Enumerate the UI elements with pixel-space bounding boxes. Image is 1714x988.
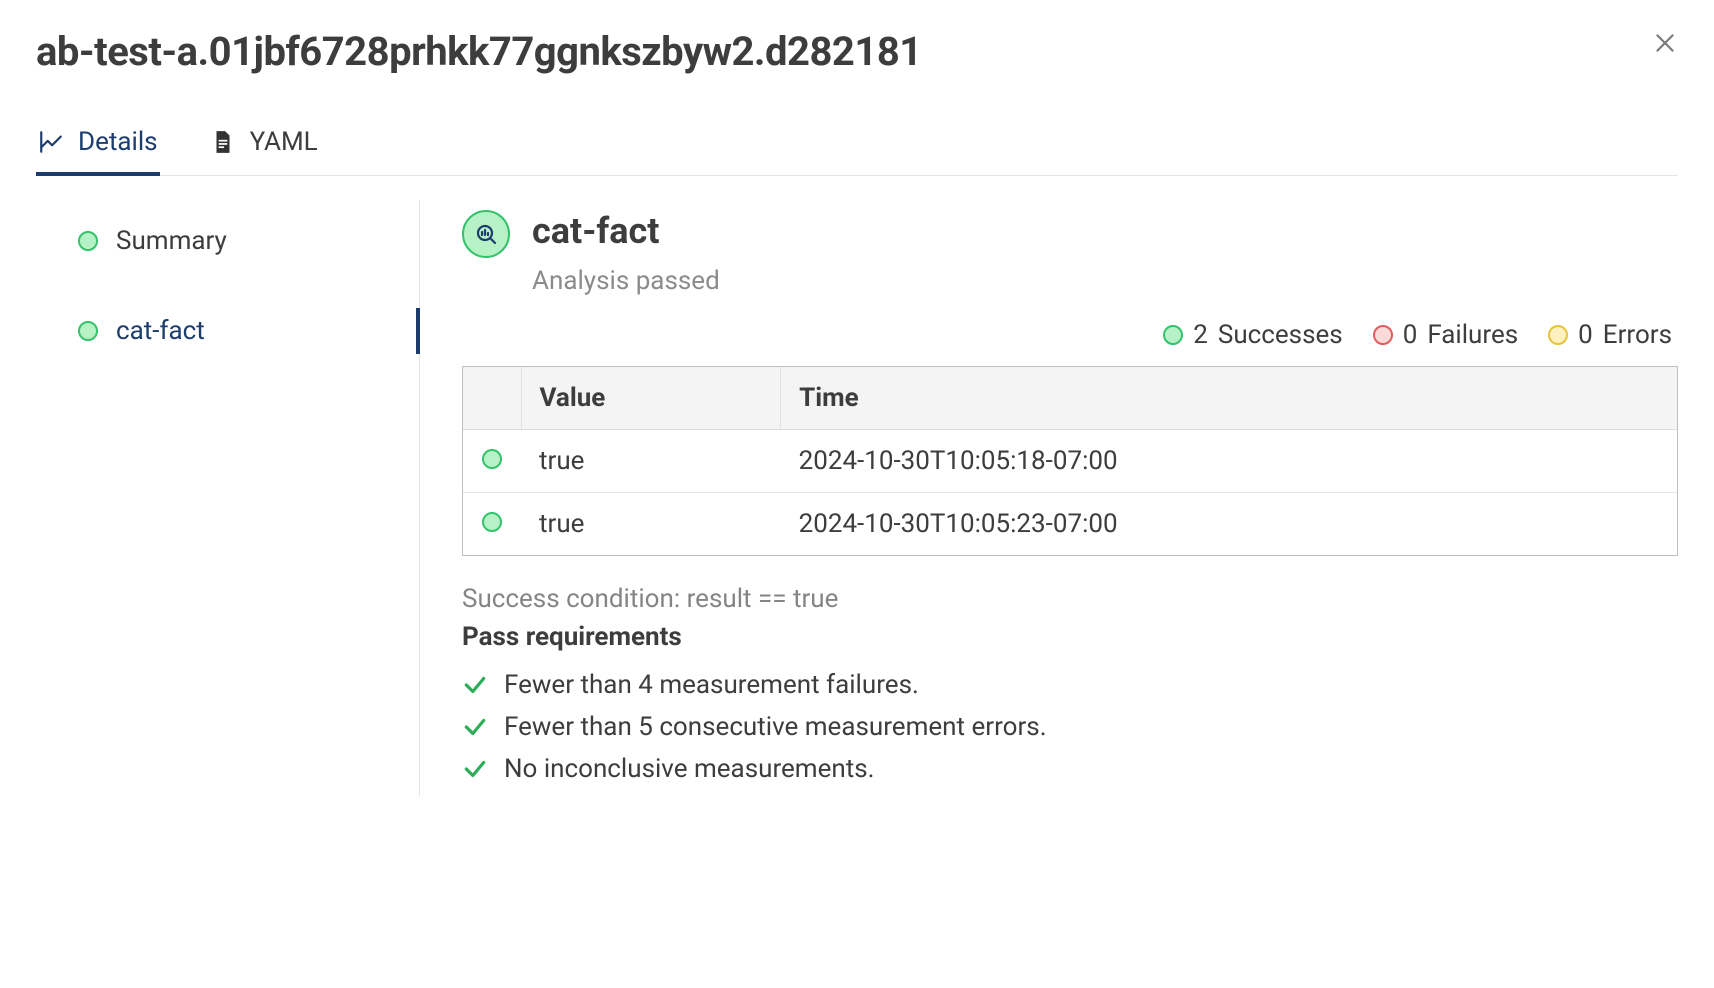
stats-bar: 2 Successes 0 Failures 0 Errors [462,320,1678,350]
row-time: 2024-10-30T10:05:23-07:00 [781,493,1677,556]
stat-count: 2 [1193,320,1208,350]
sidebar-item-label: cat-fact [116,316,205,346]
analysis-title: cat-fact [532,210,720,252]
check-icon [462,714,488,740]
requirement-item: Fewer than 4 measurement failures. [462,670,1678,700]
stat-count: 0 [1403,320,1418,350]
table-header-status [463,367,521,430]
status-dot-success-icon [78,231,98,251]
sidebar-item-label: Summary [116,226,227,256]
tab-yaml[interactable]: YAML [208,117,320,175]
tab-label: YAML [250,127,318,157]
close-icon [1652,30,1678,56]
row-value: true [521,430,781,493]
success-condition: Success condition: result == true [462,584,1678,614]
status-dot-success-icon [78,321,98,341]
table-header-value: Value [521,367,781,430]
analysis-status-icon [462,210,510,258]
status-dot-failure-icon [1373,325,1393,345]
close-button[interactable] [1652,30,1678,60]
requirements-title: Pass requirements [462,622,1678,652]
chart-line-icon [38,129,64,155]
check-icon [462,672,488,698]
sidebar-item-cat-fact[interactable]: cat-fact [36,302,419,360]
stat-failures: 0 Failures [1373,320,1518,350]
status-dot-error-icon [1548,325,1568,345]
success-condition-label: Success condition: [462,584,680,614]
row-status-cell [463,430,521,493]
status-dot-success-icon [482,449,502,469]
requirement-text: No inconclusive measurements. [504,754,875,784]
analysis-chart-icon [474,222,498,246]
requirement-text: Fewer than 5 consecutive measurement err… [504,712,1047,742]
stat-count: 0 [1578,320,1593,350]
stat-errors: 0 Errors [1548,320,1672,350]
stat-label: Failures [1427,320,1518,350]
table-header-time: Time [781,367,1677,430]
file-icon [210,129,236,155]
status-dot-success-icon [1163,325,1183,345]
tab-details[interactable]: Details [36,117,160,175]
page-title: ab-test-a.01jbf6728prhkk77ggnkszbyw2.d28… [36,28,1678,75]
check-icon [462,756,488,782]
success-condition-expr: result == true [687,584,839,614]
tabs: Details YAML [36,117,1678,176]
sidebar-item-summary[interactable]: Summary [36,212,419,270]
row-status-cell [463,493,521,556]
requirement-text: Fewer than 4 measurement failures. [504,670,919,700]
table-row: true2024-10-30T10:05:23-07:00 [463,493,1677,556]
measurements-table: Value Time true2024-10-30T10:05:18-07:00… [462,366,1678,556]
requirement-item: No inconclusive measurements. [462,754,1678,784]
status-dot-success-icon [482,512,502,532]
sidebar: Summary cat-fact [36,200,420,796]
stat-successes: 2 Successes [1163,320,1342,350]
row-value: true [521,493,781,556]
row-time: 2024-10-30T10:05:18-07:00 [781,430,1677,493]
requirements-list: Fewer than 4 measurement failures. Fewer … [462,670,1678,784]
table-row: true2024-10-30T10:05:18-07:00 [463,430,1677,493]
stat-label: Errors [1603,320,1672,350]
analysis-subtitle: Analysis passed [532,266,720,296]
stat-label: Successes [1218,320,1343,350]
tab-label: Details [78,127,158,157]
main-content: cat-fact Analysis passed 2 Successes 0 F… [420,200,1678,796]
requirement-item: Fewer than 5 consecutive measurement err… [462,712,1678,742]
